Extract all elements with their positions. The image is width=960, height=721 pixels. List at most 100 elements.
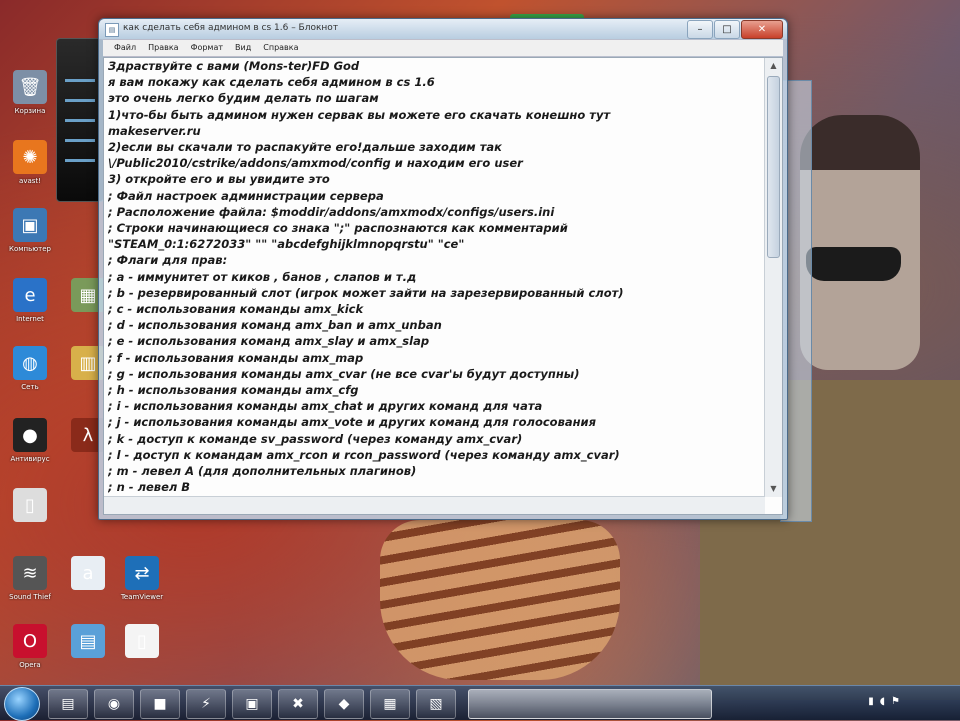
title-bar[interactable]: ▤ как сделать себя админом в cs 1.6 – Бл… xyxy=(99,19,787,39)
close-button[interactable]: ✕ xyxy=(741,20,783,39)
computer-icon: ▣ xyxy=(13,208,47,242)
start-button[interactable] xyxy=(4,687,40,721)
menu-format[interactable]: Формат xyxy=(186,40,228,56)
menu-bar: Файл Правка Формат Вид Справка xyxy=(103,40,783,56)
system-tray: ▮ ◖ ⚑ xyxy=(868,696,900,707)
text-line: ; m - левел A (для дополнительных плагин… xyxy=(108,464,417,479)
text-line: 1)что-бы быть админом нужен сервак вы мо… xyxy=(108,107,611,122)
taskbar-app-red[interactable]: ■ xyxy=(140,689,180,719)
desktop-shortcut-label: Сеть xyxy=(21,383,39,391)
network-icon[interactable]: ▮ xyxy=(868,696,874,707)
text-line: ; l - доступ к командам amx_rcon и rcon_… xyxy=(108,447,620,462)
desktop-shortcut-label: Internet xyxy=(16,315,44,323)
notepad-window: ▤ как сделать себя админом в cs 1.6 – Бл… xyxy=(98,18,788,520)
desktop-shortcut[interactable]: ▯ xyxy=(114,624,170,688)
scroll-thumb[interactable] xyxy=(767,76,780,258)
desktop-shortcut[interactable]: ▯ xyxy=(2,488,58,552)
desktop-shortcut[interactable]: ◍ Сеть xyxy=(2,346,58,410)
text-line: ; Строки начинающиеся со знака ";" распо… xyxy=(108,221,568,236)
panda-icon: ● xyxy=(13,418,47,452)
scroll-up-icon[interactable]: ▲ xyxy=(765,58,782,74)
desktop-shortcut[interactable]: ≋ Sound Thief xyxy=(2,556,58,620)
minimize-button[interactable]: – xyxy=(687,20,713,39)
ie-icon: e xyxy=(13,278,47,312)
maximize-button[interactable]: □ xyxy=(714,20,740,39)
window-title: как сделать себя админом в cs 1.6 – Блок… xyxy=(123,23,339,33)
opera-icon: O xyxy=(13,624,47,658)
text-editor[interactable]: Здраствуйте с вами (Mons-ter)FD God я вам… xyxy=(103,57,783,515)
files-icon: ▤ xyxy=(71,624,105,658)
text-line: ; Расположение файла: $moddir/addons/amx… xyxy=(108,204,555,219)
desktop-shortcut[interactable]: ✺ avast! xyxy=(2,140,58,204)
volume-icon[interactable]: ◖ xyxy=(880,696,885,707)
vertical-scrollbar[interactable]: ▲ ▼ xyxy=(764,58,782,497)
wallpaper-figure-glasses xyxy=(806,247,901,281)
text-line: \/Public2010/cstrike/addons/amxmod/confi… xyxy=(108,156,523,171)
menu-help[interactable]: Справка xyxy=(258,40,303,56)
text-line: ; j - использования команды amx_vote и д… xyxy=(108,415,597,430)
taskbar-explorer[interactable]: ▤ xyxy=(48,689,88,719)
wallpaper-sandal xyxy=(380,520,620,680)
text-line: ; b - резервированный слот (игрок может … xyxy=(108,285,624,300)
desktop-shortcut[interactable]: ● Антивирус xyxy=(2,418,58,482)
flag-icon[interactable]: ⚑ xyxy=(891,696,900,707)
taskbar-active-window[interactable] xyxy=(468,689,712,719)
horizontal-scrollbar[interactable] xyxy=(104,496,765,514)
text-line: makeserver.ru xyxy=(108,123,201,138)
desktop-shortcut[interactable]: ⇄ TeamViewer xyxy=(114,556,170,620)
avast-icon: ✺ xyxy=(13,140,47,174)
text-line: 3) откройте его и вы увидите это xyxy=(108,172,330,187)
file-icon: ▯ xyxy=(13,488,47,522)
taskbar: ▤ ◉ ■ ⚡ ▣ ✖ ◆ ▦ ▧ ▮ ◖ ⚑ xyxy=(0,685,960,721)
notepad-icon: ▤ xyxy=(105,23,119,37)
scroll-down-icon[interactable]: ▼ xyxy=(765,481,782,497)
window-controls: – □ ✕ xyxy=(687,20,783,39)
taskbar-media[interactable]: ⚡ xyxy=(186,689,226,719)
desktop-shortcut-label: avast! xyxy=(19,177,41,185)
text-line: 2)если вы скачали то распакуйте его!даль… xyxy=(108,140,502,155)
text-line: ; h - использования команды amx_cfg xyxy=(108,383,359,398)
text-line: ; e - использования команд amx_slay и am… xyxy=(108,334,430,349)
menu-edit[interactable]: Правка xyxy=(143,40,183,56)
text-line: ; d - использования команд amx_ban и amx… xyxy=(108,318,442,333)
menu-view[interactable]: Вид xyxy=(230,40,256,56)
desktop-shortcut-label: Opera xyxy=(19,661,41,669)
taskbar-app-3[interactable]: ◆ xyxy=(324,689,364,719)
blank-file-icon: ▯ xyxy=(125,624,159,658)
taskbar-app-1[interactable]: ▣ xyxy=(232,689,272,719)
teamviewer-icon: ⇄ xyxy=(125,556,159,590)
desktop-shortcut[interactable]: ▤ xyxy=(60,624,116,688)
desktop-shortcut-label: Корзина xyxy=(14,107,46,115)
desktop-shortcut-label: Sound Thief xyxy=(9,593,51,601)
text-line: "STEAM_0:1:6272033" "" "abcdefghijklmnop… xyxy=(108,237,465,252)
text-line: это очень легко будим делать по шагам xyxy=(108,91,379,106)
text-line: ; Флаги для прав: xyxy=(108,253,228,268)
text-line: Здраствуйте с вами (Mons-ter)FD God xyxy=(108,59,360,73)
document-icon: a xyxy=(71,556,105,590)
taskbar-app-4[interactable]: ▦ xyxy=(370,689,410,719)
editor-text[interactable]: Здраствуйте с вами (Mons-ter)FD God я вам… xyxy=(108,58,760,512)
text-line: ; k - доступ к команде sv_password (чере… xyxy=(108,431,523,446)
desktop-shortcut[interactable]: e Internet xyxy=(2,278,58,342)
desktop-shortcut[interactable]: a xyxy=(60,556,116,620)
desktop-shortcut[interactable]: 🗑 Корзина xyxy=(2,70,58,134)
text-line: ; c - использования команды amx_kick xyxy=(108,302,364,317)
taskbar-app-5[interactable]: ▧ xyxy=(416,689,456,719)
winrar-icon: ≋ xyxy=(13,556,47,590)
text-line: ; Файл настроек администрации сервера xyxy=(108,188,384,203)
text-line: ; n - левел B xyxy=(108,480,191,495)
recycle-bin-icon: 🗑 xyxy=(13,70,47,104)
desktop-shortcut[interactable]: ▣ Компьютер xyxy=(2,208,58,272)
text-line: ; a - иммунитет от киков , банов , слапо… xyxy=(108,269,417,284)
menu-file[interactable]: Файл xyxy=(109,40,141,56)
taskbar-app-2[interactable]: ✖ xyxy=(278,689,318,719)
desktop-gadget[interactable] xyxy=(56,38,104,202)
taskbar-firefox[interactable]: ◉ xyxy=(94,689,134,719)
desktop-shortcut-label: TeamViewer xyxy=(120,593,164,601)
desktop-shortcut[interactable]: O Opera xyxy=(2,624,58,688)
desktop-shortcut-label: Компьютер xyxy=(9,245,51,253)
text-line: ; g - использования команды amx_cvar (не… xyxy=(108,366,580,381)
globe-icon: ◍ xyxy=(13,346,47,380)
text-line: я вам покажу как сделать себя админом в … xyxy=(108,75,435,90)
text-line: ; f - использования команды amx_map xyxy=(108,350,364,365)
